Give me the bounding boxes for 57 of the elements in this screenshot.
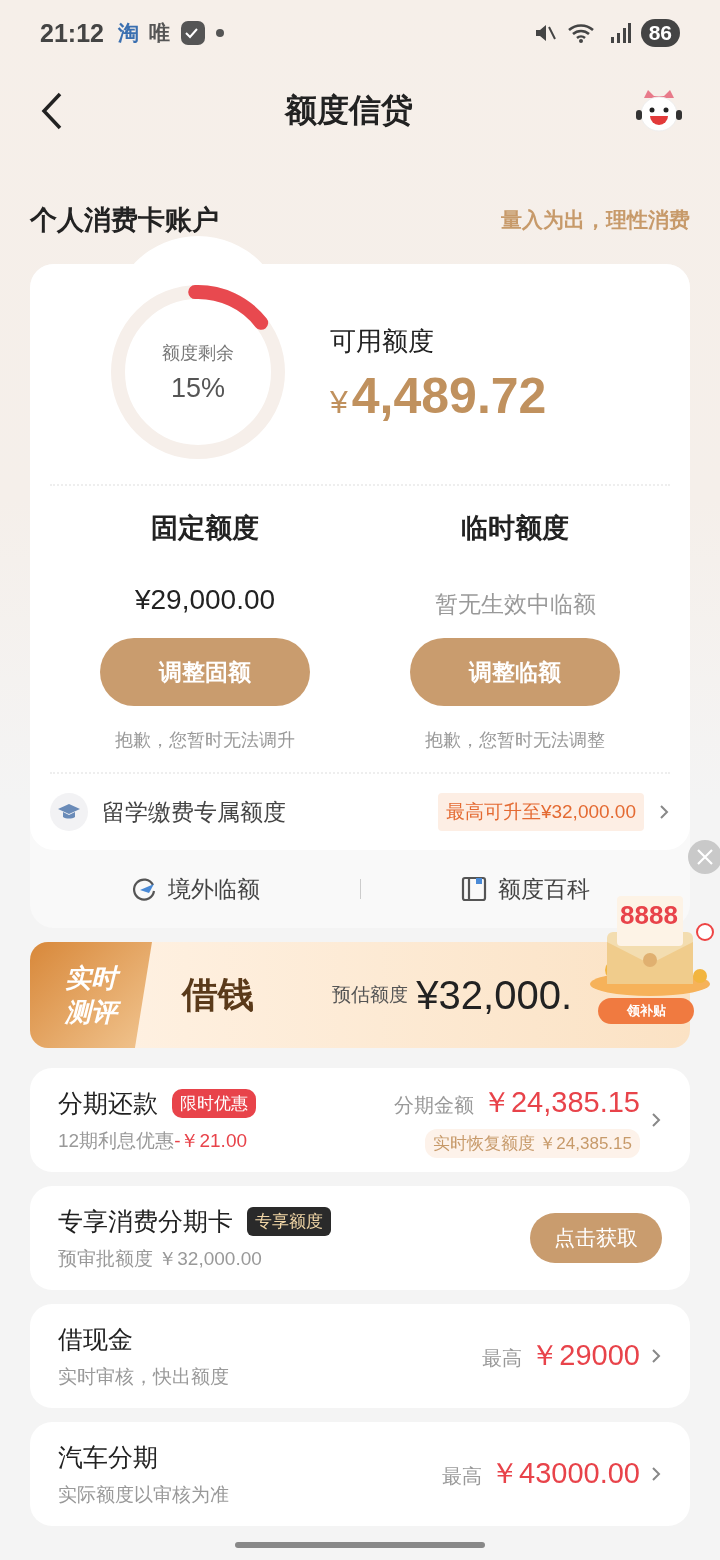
chevron-right-icon [658,803,670,821]
gauge-label: 额度剩余 [162,341,234,365]
product-title: 分期还款 [58,1087,158,1119]
study-quota-label[interactable]: 留学缴费专属额度 [102,796,286,828]
quota-title: 临时额度 [461,512,569,545]
currency-sign: ¥ [330,383,348,421]
chevron-right-icon [650,1111,662,1129]
check-icon [179,20,206,46]
product-title: 借现金 [58,1323,133,1355]
product-amount: ￥24,385.15 [482,1084,640,1120]
book-icon[interactable] [460,875,489,903]
product-card[interactable]: 汽车分期 实际额度以审核为准 最高 ￥43000.00 [30,1422,690,1526]
amount-label: 最高 [482,1346,523,1371]
estimate-label: 预估额度 [332,983,409,1007]
product-badge: 限时优惠 [172,1088,256,1118]
product-subtitle: 预审批额度 ￥32,000.00 [58,1246,263,1271]
quota-note: 抱歉，您暂时无法调整 [425,729,605,752]
product-title: 汽车分期 [58,1441,158,1473]
graduation-cap-icon[interactable] [50,793,88,831]
available-amount: 4,489.72 [351,366,547,425]
restore-quota-badge: 实时恢复额度 ￥24,385.15 [424,1128,640,1158]
product-subtitle: 实时审核，快出额度 [58,1364,229,1389]
slogan: 量入为出，理性消费 [501,207,690,233]
product-title: 专享消费分期卡 [58,1205,233,1237]
gauge-percent: 15% [170,372,225,404]
amount-label: 分期金额 [394,1092,474,1118]
battery-level: 86 [640,19,680,47]
product-badge: 专享额度 [247,1206,331,1236]
available-label: 可用额度 [330,324,435,358]
app-notification-icon: 唯 [148,19,170,47]
chevron-right-icon [650,1347,662,1365]
status-time: 21:12 [40,18,104,48]
quota-note: 抱歉，您暂时无法调升 [115,729,295,752]
banner-title: 借钱 [182,971,254,1017]
product-amount: ￥29000 [530,1338,640,1373]
shortcut-link[interactable]: 额度百科 [498,873,591,905]
quota-value: ¥29,000.00 [134,584,276,617]
chevron-right-icon [650,1465,662,1483]
product-card[interactable]: 借现金 实时审核，快出额度 最高 ￥29000 [30,1304,690,1408]
section-title: 个人消费卡账户 [30,204,219,237]
study-quota-badge: 最高可升至¥32,000.00 [437,793,644,831]
dot-icon [215,29,224,37]
mascot-icon[interactable] [634,88,684,134]
amount-label: 最高 [442,1464,483,1489]
app-notification-icon: 淘 [117,19,139,47]
product-card[interactable]: 分期还款 限时优惠 12期利息优惠-￥21.00 分期金额 ￥24,385.15 实时恢复额度 ￥24,385.15 [30,1068,690,1172]
quota-title: 固定额度 [151,512,259,545]
product-subtitle: 实际额度以审核为准 [58,1482,229,1507]
page-title: 额度信贷 [285,91,413,130]
product-card[interactable]: 专享消费分期卡 专享额度 预审批额度 ￥32,000.00 点击获取 [30,1186,690,1290]
product-subtitle: 12期利息优惠-￥21.00 [58,1128,248,1153]
shortcut-link[interactable]: 境外临额 [167,873,260,905]
back-icon[interactable] [40,91,64,131]
promo-amount: 8888 [620,900,678,931]
product-amount: ￥43000.00 [490,1456,640,1491]
estimate-amount: ¥32,000. [416,972,572,1018]
quota-value: 暂无生效中临额 [434,590,596,619]
